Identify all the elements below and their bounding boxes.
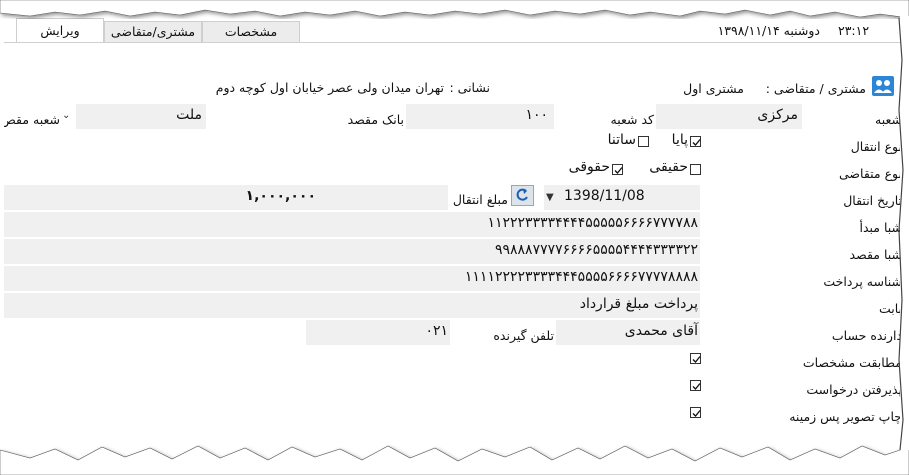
- torn-edge-decoration: [0, 0, 909, 475]
- screenshot-frame: ویرایش مشتری/متقاضی مشخصات ۲۳:۱۲ دوشنبه …: [0, 0, 909, 475]
